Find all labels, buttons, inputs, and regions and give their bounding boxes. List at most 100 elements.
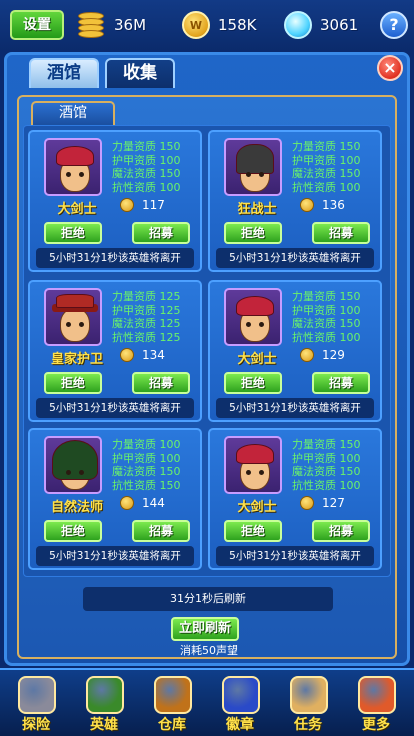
nav-item[interactable]: 英雄 <box>72 674 136 736</box>
hero-portrait[interactable] <box>224 288 282 346</box>
hero-leave-timer: 5小时31分1秒该英雄将离开 <box>36 398 194 418</box>
chest-icon <box>154 676 192 714</box>
hero-stat: 魔法资质 150 <box>112 465 181 478</box>
hero-icon <box>86 676 124 714</box>
hero-stats: 力量资质 125 护甲资质 125 魔法资质 125 抗性资质 125 <box>112 290 181 344</box>
hero-stats: 力量资质 150 护甲资质 100 魔法资质 150 抗性资质 100 <box>112 140 181 194</box>
hero-leave-timer: 5小时31分1秒该英雄将离开 <box>216 248 374 268</box>
hero-stats: 力量资质 100 护甲资质 100 魔法资质 150 抗性资质 150 <box>112 438 181 492</box>
recruit-button[interactable]: 招募 <box>312 372 370 394</box>
nav-item[interactable]: 徽章 <box>208 674 272 736</box>
hero-stats: 力量资质 150 护甲资质 100 魔法资质 150 抗性资质 100 <box>292 438 361 492</box>
hero-price: 144 <box>120 496 165 510</box>
nav-item[interactable]: 更多 <box>344 674 408 736</box>
hero-leave-timer: 5小时31分1秒该英雄将离开 <box>36 248 194 268</box>
hero-stat: 力量资质 150 <box>292 438 361 451</box>
helmet-icon <box>18 676 56 714</box>
coin-icon <box>120 198 134 212</box>
reject-button[interactable]: 拒绝 <box>224 372 282 394</box>
hero-portrait[interactable] <box>44 138 102 196</box>
gold-resource: 36M <box>76 10 146 40</box>
gold-value: 36M <box>114 16 147 34</box>
hero-name: 狂战士 <box>237 202 277 217</box>
hero-price: 117 <box>120 198 165 212</box>
hero-price: 134 <box>120 348 165 362</box>
nav-label: 英雄 <box>90 717 118 733</box>
hero-stat: 力量资质 150 <box>292 290 361 303</box>
gem-resource: 3061 <box>284 10 358 40</box>
hero-card: 力量资质 100 护甲资质 100 魔法资质 150 抗性资质 150 自然法师 14… <box>28 428 202 570</box>
hero-price: 127 <box>300 496 345 510</box>
recruit-button[interactable]: 招募 <box>312 222 370 244</box>
hero-portrait[interactable] <box>224 436 282 494</box>
nav-label: 更多 <box>362 717 390 733</box>
hero-name: 大剑士 <box>57 202 97 217</box>
hero-card: 力量资质 150 护甲资质 100 魔法资质 150 抗性资质 100 大剑士 127… <box>208 428 382 570</box>
hero-name: 皇家护卫 <box>50 352 103 367</box>
hero-stat: 护甲资质 100 <box>292 303 361 317</box>
hero-stat: 护甲资质 125 <box>112 303 181 317</box>
reject-button[interactable]: 拒绝 <box>224 222 282 244</box>
close-button[interactable]: × <box>377 55 403 81</box>
recruit-button[interactable]: 招募 <box>132 520 190 542</box>
hero-name: 大剑士 <box>237 352 277 367</box>
tavern-window: 酒馆 收集 × 酒馆 力量资质 150 护甲资质 100 魔法资质 150 抗性资质 … <box>4 52 410 666</box>
nav-label: 徽章 <box>226 717 254 733</box>
nav-label: 探险 <box>22 717 50 733</box>
coin-resource: W 158K <box>182 10 256 40</box>
hero-price: 136 <box>300 198 345 212</box>
recruit-button[interactable]: 招募 <box>132 222 190 244</box>
hero-stat: 抗性资质 150 <box>112 478 181 492</box>
hero-stat: 魔法资质 150 <box>292 167 361 180</box>
hero-price-value: 144 <box>142 496 165 510</box>
hero-price: 129 <box>300 348 345 362</box>
hero-stat: 魔法资质 150 <box>292 317 361 330</box>
diamond-icon <box>284 11 312 39</box>
hero-stat: 抗性资质 100 <box>292 478 361 492</box>
hero-price-value: 129 <box>322 348 345 362</box>
hero-stat: 护甲资质 100 <box>112 451 181 465</box>
reject-button[interactable]: 拒绝 <box>44 372 102 394</box>
refresh-cost: 消耗50声望 <box>180 644 238 657</box>
hero-price-value: 117 <box>142 198 165 212</box>
nav-label: 任务 <box>294 717 322 733</box>
hero-stat: 魔法资质 150 <box>112 167 181 180</box>
reject-button[interactable]: 拒绝 <box>224 520 282 542</box>
hero-leave-timer: 5小时31分1秒该英雄将离开 <box>36 546 194 566</box>
help-button[interactable]: ? <box>380 11 408 39</box>
hero-stat: 护甲资质 100 <box>292 153 361 167</box>
hero-price-value: 134 <box>142 348 165 362</box>
nav-item[interactable]: 探险 <box>4 674 68 736</box>
hero-card: 力量资质 150 护甲资质 100 魔法资质 150 抗性资质 100 大剑士 117… <box>28 130 202 272</box>
hero-portrait[interactable] <box>224 138 282 196</box>
hero-stat: 抗性资质 125 <box>112 330 181 344</box>
scroll-icon <box>290 676 328 714</box>
hero-stat: 护甲资质 100 <box>112 153 181 167</box>
coin-icon <box>300 198 314 212</box>
reject-button[interactable]: 拒绝 <box>44 520 102 542</box>
hero-stats: 力量资质 150 护甲资质 100 魔法资质 150 抗性资质 100 <box>292 140 361 194</box>
settings-button[interactable]: 设置 <box>10 10 64 40</box>
coin-icon <box>300 496 314 510</box>
tab-tavern[interactable]: 酒馆 <box>29 58 99 88</box>
recruit-button[interactable]: 招募 <box>312 520 370 542</box>
hero-portrait[interactable] <box>44 436 102 494</box>
more-icon <box>358 676 396 714</box>
hero-stat: 力量资质 100 <box>112 438 181 451</box>
hero-card: 力量资质 150 护甲资质 100 魔法资质 150 抗性资质 100 大剑士 129… <box>208 280 382 422</box>
refresh-timer: 31分1秒后刷新 <box>83 587 333 611</box>
hero-stat: 魔法资质 150 <box>292 465 361 478</box>
reject-button[interactable]: 拒绝 <box>44 222 102 244</box>
coin-value: 158K <box>218 16 257 34</box>
coin-icon <box>300 348 314 362</box>
hero-leave-timer: 5小时31分1秒该英雄将离开 <box>216 546 374 566</box>
nav-item[interactable]: 任务 <box>276 674 340 736</box>
refresh-now-button[interactable]: 立即刷新 <box>171 617 239 641</box>
nav-item[interactable]: 仓库 <box>140 674 204 736</box>
hero-card: 力量资质 125 护甲资质 125 魔法资质 125 抗性资质 125 皇家护卫 13… <box>28 280 202 422</box>
tab-collection[interactable]: 收集 <box>105 58 175 88</box>
hero-portrait[interactable] <box>44 288 102 346</box>
hero-stat: 力量资质 125 <box>112 290 181 303</box>
recruit-button[interactable]: 招募 <box>132 372 190 394</box>
nav-label: 仓库 <box>158 717 186 733</box>
